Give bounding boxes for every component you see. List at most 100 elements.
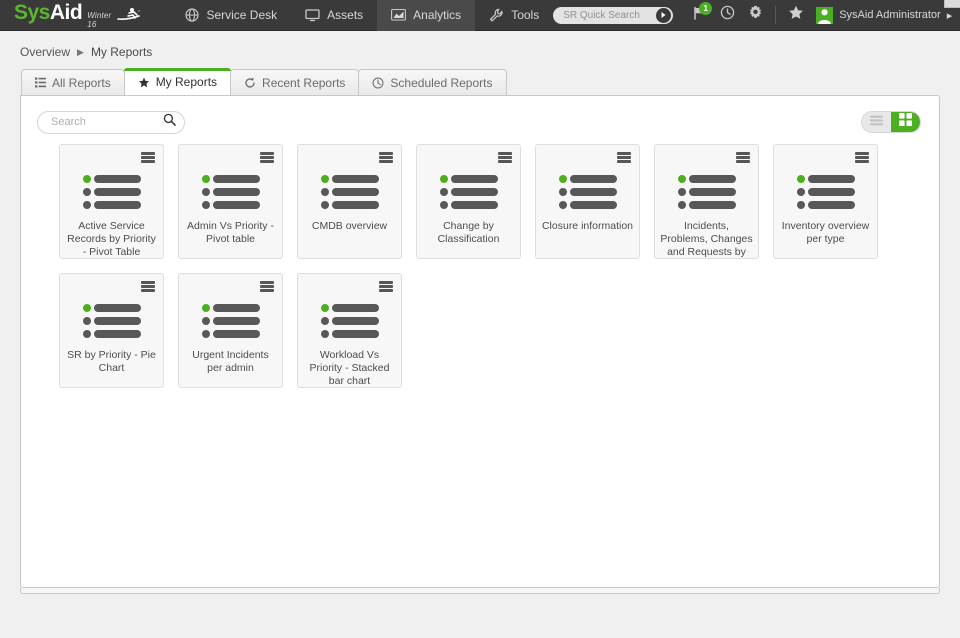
report-list-icon (321, 304, 379, 338)
search-icon[interactable] (163, 113, 176, 131)
star-icon (138, 77, 150, 88)
hamburger-icon[interactable] (379, 281, 393, 292)
report-card-grid: Active Service Records by Priority - Piv… (21, 138, 939, 388)
report-card[interactable]: Change by Classification (416, 144, 521, 259)
hamburger-icon[interactable] (141, 281, 155, 292)
quick-search-box[interactable]: SR Quick Search (553, 7, 673, 24)
list-view-button[interactable] (862, 112, 891, 132)
report-list-icon (202, 175, 260, 209)
list-view-icon (870, 113, 883, 131)
report-list-icon (797, 175, 855, 209)
report-list-icon (678, 175, 736, 209)
tab-label-recent-reports: Recent Reports (262, 76, 345, 90)
hamburger-icon[interactable] (260, 152, 274, 163)
chart-icon (391, 8, 406, 22)
report-card[interactable]: Inventory overview per type (773, 144, 878, 259)
report-card[interactable]: Admin Vs Priority - Pivot table (178, 144, 283, 259)
search-input[interactable] (51, 116, 163, 128)
history-button[interactable] (713, 0, 741, 31)
report-list-icon (83, 175, 141, 209)
search-input-wrapper[interactable] (37, 111, 185, 134)
breadcrumb-item-overview[interactable]: Overview (20, 45, 70, 59)
tab-label-scheduled-reports: Scheduled Reports (390, 76, 492, 90)
main-nav-items: Service Desk Assets Analytics Tools (171, 0, 553, 31)
panel-toolbar (21, 96, 939, 138)
report-card[interactable]: Active Service Records by Priority - Piv… (59, 144, 164, 259)
breadcrumb-separator-icon: ▶ (77, 47, 84, 58)
nav-label-service-desk: Service Desk (206, 8, 277, 22)
hamburger-icon[interactable] (379, 152, 393, 163)
settings-button[interactable] (741, 0, 769, 31)
report-card-title: Change by Classification (417, 220, 520, 246)
report-card[interactable]: CMDB overview (297, 144, 402, 259)
report-card-title: Urgent Incidents per admin (179, 349, 282, 375)
panel-footer (20, 588, 940, 594)
nav-item-tools[interactable]: Tools (475, 0, 553, 31)
toolbar-divider (775, 6, 776, 24)
tab-my-reports[interactable]: My Reports (124, 68, 231, 95)
report-card[interactable]: Urgent Incidents per admin (178, 273, 283, 388)
hamburger-icon[interactable] (260, 281, 274, 292)
tab-label-my-reports: My Reports (156, 75, 217, 89)
user-menu-caret-icon: ▸ (947, 9, 953, 22)
report-card-title: CMDB overview (298, 220, 401, 233)
scrollbar-corner[interactable] (944, 0, 960, 8)
logo-text-aid: Aid (50, 0, 82, 26)
grid-view-button[interactable] (891, 112, 920, 132)
top-navigation-bar: SysAid Winter 16 Service Desk Assets (0, 0, 960, 31)
tab-all-reports[interactable]: All Reports (21, 69, 125, 95)
hamburger-icon[interactable] (736, 152, 750, 163)
report-card[interactable]: Workload Vs Priority - Stacked bar chart (297, 273, 402, 388)
breadcrumb: Overview ▶ My Reports (0, 31, 960, 68)
report-list-icon (440, 175, 498, 209)
grid-view-icon (899, 113, 912, 131)
hamburger-icon[interactable] (498, 152, 512, 163)
report-card-title: SR by Priority - Pie Chart (60, 349, 163, 375)
clock-icon (372, 77, 384, 89)
logo-season-label: Winter 16 (87, 11, 111, 29)
notification-count-badge: 1 (699, 2, 712, 15)
report-card-title: Inventory overview per type (774, 220, 877, 246)
tab-recent-reports[interactable]: Recent Reports (230, 69, 359, 95)
breadcrumb-item-my-reports[interactable]: My Reports (91, 45, 152, 59)
report-card-title: Admin Vs Priority - Pivot table (179, 220, 282, 246)
user-menu[interactable]: SysAid Administrator ▸ (810, 7, 952, 24)
favorites-button[interactable] (782, 0, 810, 31)
quick-search-placeholder: SR Quick Search (563, 10, 656, 21)
logo-text-sys: Sys (14, 0, 50, 26)
nav-label-tools: Tools (511, 8, 539, 22)
globe-icon (185, 8, 199, 22)
report-card-title: Workload Vs Priority - Stacked bar chart (298, 349, 401, 387)
report-card[interactable]: SR by Priority - Pie Chart (59, 273, 164, 388)
view-mode-toggle (861, 111, 921, 133)
hamburger-icon[interactable] (141, 152, 155, 163)
tab-label-all-reports: All Reports (52, 76, 111, 90)
nav-item-analytics[interactable]: Analytics (377, 0, 475, 31)
report-card[interactable]: Incidents, Problems, Changes and Request… (654, 144, 759, 259)
report-list-icon (559, 175, 617, 209)
gear-icon (748, 5, 763, 25)
report-list-icon (83, 304, 141, 338)
wrench-icon (489, 8, 504, 22)
top-bar-right-controls: SR Quick Search 1 (553, 0, 960, 31)
snowboarder-icon (113, 7, 141, 26)
list-icon (35, 77, 46, 88)
hamburger-icon[interactable] (617, 152, 631, 163)
nav-label-analytics: Analytics (413, 8, 461, 22)
sysaid-logo[interactable]: SysAid Winter 16 (0, 0, 153, 31)
nav-item-assets[interactable]: Assets (291, 0, 377, 31)
nav-item-service-desk[interactable]: Service Desk (171, 0, 291, 31)
quick-search-submit-icon[interactable] (656, 8, 671, 23)
refresh-icon (244, 77, 256, 89)
report-list-icon (321, 175, 379, 209)
tab-scheduled-reports[interactable]: Scheduled Reports (358, 69, 506, 95)
clock-icon (720, 5, 735, 25)
avatar-icon (816, 7, 833, 24)
notifications-button[interactable]: 1 (685, 0, 713, 31)
nav-label-assets: Assets (327, 8, 363, 22)
report-list-icon (202, 304, 260, 338)
report-card[interactable]: Closure information (535, 144, 640, 259)
report-tabs: All Reports My Reports Recent Reports Sc… (0, 68, 960, 95)
hamburger-icon[interactable] (855, 152, 869, 163)
user-name-label: SysAid Administrator (839, 9, 940, 21)
